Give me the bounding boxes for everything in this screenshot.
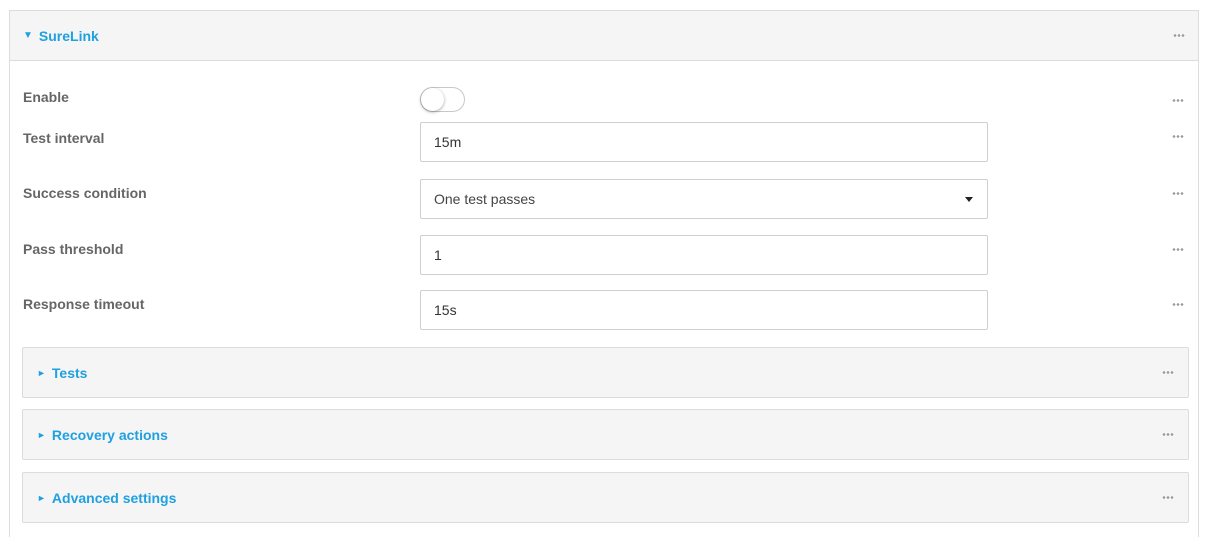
surelink-panel: ▼ SureLink Enable Test interval 15m Succ…: [9, 10, 1199, 537]
response-timeout-label: Response timeout: [23, 296, 145, 312]
response-timeout-value: 15s: [434, 302, 457, 318]
surelink-title: SureLink: [38, 27, 99, 44]
caret-right-icon: ►: [37, 429, 46, 440]
toggle-knob: [421, 88, 444, 111]
pass-threshold-value: 1: [434, 247, 442, 263]
more-dots-icon[interactable]: [1172, 298, 1184, 310]
enable-label: Enable: [23, 89, 69, 105]
pass-threshold-label: Pass threshold: [23, 241, 124, 257]
more-dots-icon[interactable]: [1172, 243, 1184, 255]
enable-toggle[interactable]: [420, 87, 465, 112]
more-dots-icon[interactable]: [1172, 187, 1184, 199]
response-timeout-input[interactable]: 15s: [420, 290, 988, 330]
chevron-down-icon: [965, 197, 973, 202]
test-interval-label: Test interval: [23, 130, 105, 146]
success-condition-select[interactable]: One test passes: [420, 179, 988, 219]
caret-down-icon: ▼: [23, 30, 33, 41]
success-condition-label: Success condition: [23, 185, 147, 201]
more-dots-icon[interactable]: [1172, 94, 1184, 106]
more-dots-icon[interactable]: [1162, 492, 1174, 504]
test-interval-value: 15m: [434, 134, 462, 150]
caret-right-icon: ►: [37, 367, 46, 378]
tests-title: Tests: [51, 364, 88, 381]
recovery-actions-title: Recovery actions: [51, 426, 168, 443]
surelink-header[interactable]: ▼ SureLink: [10, 11, 1198, 61]
pass-threshold-input[interactable]: 1: [420, 235, 988, 275]
tests-subsection[interactable]: ► Tests: [22, 347, 1189, 398]
more-dots-icon[interactable]: [1173, 30, 1185, 42]
more-dots-icon[interactable]: [1162, 367, 1174, 379]
advanced-settings-subsection[interactable]: ► Advanced settings: [22, 472, 1189, 523]
test-interval-input[interactable]: 15m: [420, 122, 988, 162]
caret-right-icon: ►: [37, 492, 46, 503]
success-condition-value: One test passes: [434, 191, 536, 207]
more-dots-icon[interactable]: [1172, 130, 1184, 142]
advanced-settings-title: Advanced settings: [51, 489, 177, 506]
more-dots-icon[interactable]: [1162, 429, 1174, 441]
recovery-actions-subsection[interactable]: ► Recovery actions: [22, 409, 1189, 460]
